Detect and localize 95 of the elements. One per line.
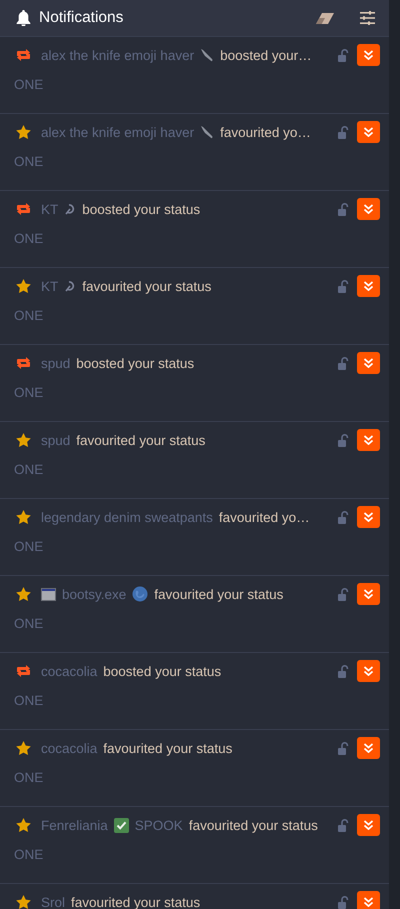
unlock-icon <box>338 510 349 524</box>
status-text: ONE <box>14 154 44 169</box>
unlock-icon <box>338 126 349 138</box>
unlock-icon <box>338 356 349 370</box>
account-name[interactable]: alex the knife emoji haver <box>41 124 194 140</box>
notification-text: boosted your… <box>220 48 312 62</box>
double-chevron-icon <box>363 897 374 907</box>
expand-button[interactable] <box>357 737 380 759</box>
column-title: Notifications <box>39 9 124 27</box>
double-chevron-icon <box>363 743 374 753</box>
notification-text: favourited your status <box>71 894 200 909</box>
account-name[interactable]: legendary denim sweatpants <box>41 510 213 524</box>
account-name[interactable]: KT <box>41 278 58 294</box>
star-icon <box>16 818 30 832</box>
notification-text: boosted your status <box>103 664 222 678</box>
status-text: ONE <box>14 693 44 708</box>
unlock-icon <box>338 588 349 600</box>
unlock-icon <box>338 896 349 908</box>
account-name[interactable]: spud <box>41 432 70 448</box>
star-icon <box>16 741 30 755</box>
window-icon <box>41 588 56 600</box>
expand-button[interactable] <box>357 352 380 374</box>
account-name[interactable]: spud <box>41 356 70 370</box>
account-name[interactable]: bootsy.exe <box>62 586 126 602</box>
star-icon <box>16 510 30 524</box>
expand-button[interactable] <box>357 506 380 528</box>
status-text: ONE <box>14 308 44 323</box>
double-chevron-icon <box>363 435 374 445</box>
boost-icon <box>14 357 32 369</box>
account-name[interactable]: SPOOK <box>134 818 183 832</box>
status-text: ONE <box>14 385 44 400</box>
check-icon <box>114 818 129 832</box>
expand-button[interactable] <box>357 814 380 836</box>
eraser-icon[interactable] <box>316 12 334 24</box>
bell-icon <box>16 10 31 26</box>
status-text: ONE <box>14 616 44 631</box>
sickle-icon <box>64 280 76 292</box>
double-chevron-icon <box>363 127 374 137</box>
unlock-icon <box>338 664 349 678</box>
sickle-icon <box>64 202 76 216</box>
expand-button[interactable] <box>357 429 380 451</box>
unlock-icon <box>338 818 349 832</box>
unlock-icon <box>338 742 349 754</box>
boost-icon <box>14 49 32 61</box>
status-text: ONE <box>14 462 44 477</box>
double-chevron-icon <box>363 512 374 522</box>
notification-text: favourited your status <box>103 740 232 756</box>
account-name[interactable]: cocacolia <box>41 740 98 756</box>
double-chevron-icon <box>363 589 374 599</box>
expand-button[interactable] <box>357 891 380 909</box>
double-chevron-icon <box>363 358 374 368</box>
notification-text: boosted your status <box>76 356 194 370</box>
account-name[interactable]: KT <box>41 202 58 216</box>
status-text: ONE <box>14 231 44 246</box>
expand-button[interactable] <box>357 44 380 66</box>
knife-icon <box>200 48 214 62</box>
notification-text: boosted your status <box>82 202 200 216</box>
notification-text: favourited yo… <box>218 510 310 524</box>
star-icon <box>16 433 30 447</box>
double-chevron-icon <box>363 50 374 60</box>
expand-button[interactable] <box>357 583 380 605</box>
unlock-icon <box>338 280 349 292</box>
star-icon <box>16 279 30 293</box>
star-icon <box>16 587 30 601</box>
globe-icon <box>132 586 148 602</box>
boost-icon <box>14 203 32 215</box>
status-text: ONE <box>14 539 44 554</box>
boost-icon <box>14 665 32 677</box>
notification-text: favourited yo… <box>220 124 311 140</box>
double-chevron-icon <box>363 666 374 676</box>
expand-button[interactable] <box>357 660 380 682</box>
star-icon <box>16 125 30 139</box>
double-chevron-icon <box>363 281 374 291</box>
knife-icon <box>200 125 214 139</box>
unlock-icon <box>338 48 349 62</box>
star-icon <box>16 895 30 909</box>
account-name[interactable]: cocacolia <box>41 664 98 678</box>
notification-text: favourited your status <box>154 586 284 602</box>
expand-button[interactable] <box>357 121 380 143</box>
unlock-icon <box>338 434 349 446</box>
settings-icon[interactable] <box>360 11 375 25</box>
expand-button[interactable] <box>357 275 380 297</box>
unlock-icon <box>338 202 349 216</box>
double-chevron-icon <box>363 820 374 830</box>
notification-text: favourited your status <box>188 818 318 832</box>
notification-text: favourited your status <box>82 278 212 294</box>
account-name[interactable]: Fenreliania <box>41 818 108 832</box>
notification-text: favourited your status <box>76 432 206 448</box>
status-text: ONE <box>14 770 44 785</box>
account-name[interactable]: Srol <box>41 894 66 909</box>
account-name[interactable]: alex the knife emoji haver <box>41 48 194 62</box>
double-chevron-icon <box>363 204 374 214</box>
status-text: ONE <box>14 847 44 862</box>
expand-button[interactable] <box>357 198 380 220</box>
status-text: ONE <box>14 77 44 92</box>
